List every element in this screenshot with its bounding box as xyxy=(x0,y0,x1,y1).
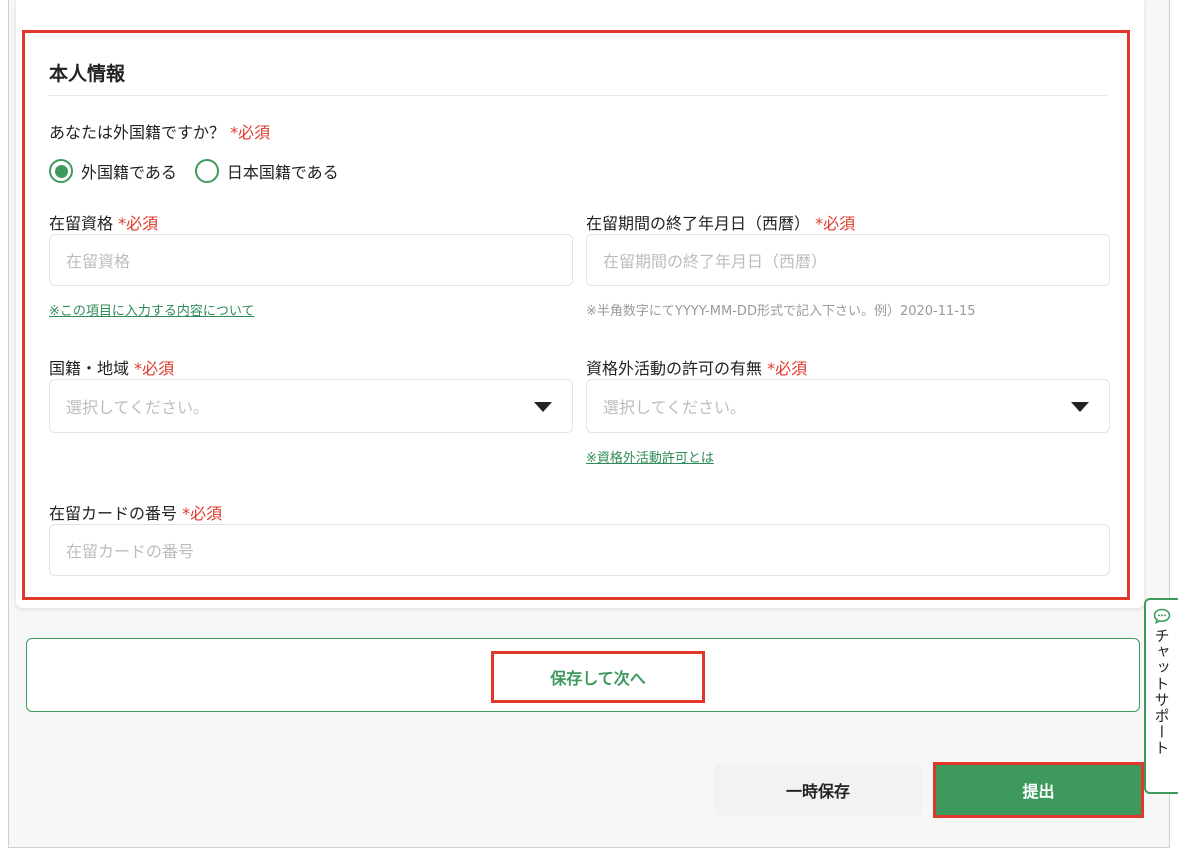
radio-foreign[interactable]: 外国籍である xyxy=(49,159,177,183)
dropdown-arrow-icon xyxy=(534,402,552,412)
chat-bubble-icon xyxy=(1153,608,1171,624)
save-next-button[interactable]: 保存して次へ xyxy=(491,651,705,703)
residence-end-label: 在留期間の終了年月日（西暦） *必須 xyxy=(586,214,856,233)
country-label: 国籍・地域 *必須 xyxy=(49,359,175,378)
residence-end-hint: ※半角数字にてYYYY-MM-DD形式で記入下さい。例）2020-11-15 xyxy=(586,304,976,319)
required-marker: *必須 xyxy=(182,504,223,523)
dropdown-arrow-icon xyxy=(1071,402,1089,412)
residence-status-help-link[interactable]: ※この項目に入力する内容について xyxy=(49,300,255,319)
chat-support-tab[interactable]: チャットサポート xyxy=(1144,598,1178,794)
nationality-question-label: あなたは外国籍ですか？ *必須 xyxy=(49,123,271,142)
submit-button[interactable]: 提出 xyxy=(933,762,1144,818)
residence-card-input[interactable]: 在留カードの番号 xyxy=(49,524,1110,576)
required-marker: *必須 xyxy=(118,214,159,233)
radio-checked-icon xyxy=(49,159,73,183)
work-permit-label: 資格外活動の許可の有無 *必須 xyxy=(586,359,808,378)
personal-info-section: 本人情報 あなたは外国籍ですか？ *必須 外国籍である 日本国籍である 在留資格… xyxy=(22,30,1130,600)
residence-card-label: 在留カードの番号 *必須 xyxy=(49,504,223,523)
nationality-radio-group: 外国籍である 日本国籍である xyxy=(49,159,339,183)
chat-support-label: チャットサポート xyxy=(1152,628,1171,756)
country-select[interactable]: 選択してください。 xyxy=(49,379,573,433)
section-divider xyxy=(49,95,1107,96)
residence-end-input[interactable]: 在留期間の終了年月日（西暦） xyxy=(586,234,1110,286)
required-marker: *必須 xyxy=(815,214,856,233)
work-permit-select[interactable]: 選択してください。 xyxy=(586,379,1110,433)
work-permit-help-link[interactable]: ※資格外活動許可とは xyxy=(586,447,714,466)
radio-unchecked-icon xyxy=(194,159,219,183)
radio-japanese[interactable]: 日本国籍である xyxy=(194,159,339,183)
required-marker: *必須 xyxy=(230,123,271,142)
residence-status-input[interactable]: 在留資格 xyxy=(49,234,573,286)
temp-save-button[interactable]: 一時保存 xyxy=(714,764,922,816)
required-marker: *必須 xyxy=(134,359,175,378)
save-next-container: 保存して次へ xyxy=(26,638,1140,712)
section-title: 本人情報 xyxy=(49,63,126,85)
residence-status-label: 在留資格 *必須 xyxy=(49,214,159,233)
required-marker: *必須 xyxy=(767,359,808,378)
